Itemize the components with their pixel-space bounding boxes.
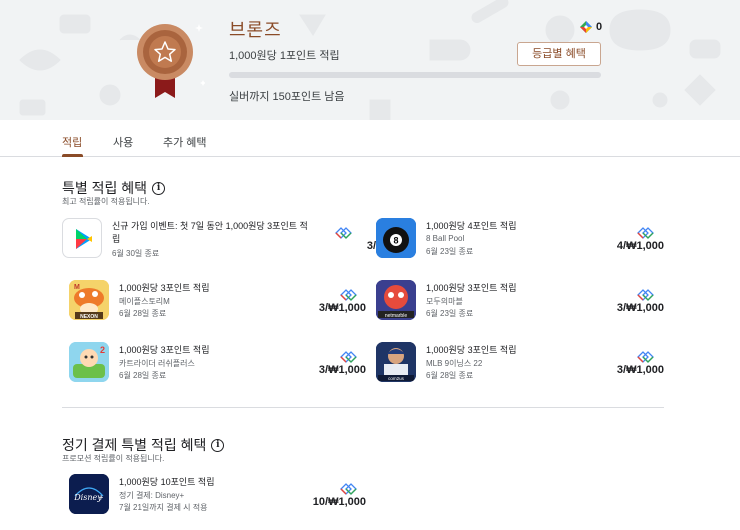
- play-points-icon: [580, 21, 592, 33]
- points-multiplier-icon: [637, 351, 654, 363]
- points-balance: 0: [580, 21, 602, 33]
- special-section-subtitle: 최고 적립률이 적용됩니다.: [62, 197, 150, 206]
- tier-header: 브론즈 1,000원당 1포인트 적립 실버까지 150포인트 남음 0 등급별…: [0, 0, 740, 120]
- tier-benefits-button[interactable]: 등급별 혜택: [517, 42, 601, 66]
- tab-use[interactable]: 사용: [113, 134, 133, 150]
- offer-end-date: 6월 23일 종료: [426, 247, 474, 256]
- offer-app-name: MLB 9이닝스 22: [426, 359, 483, 368]
- bronze-medal-icon: [137, 24, 205, 98]
- info-icon[interactable]: i: [152, 181, 166, 195]
- svg-text:netmarble: netmarble: [385, 313, 407, 319]
- tab-extra-benefits[interactable]: 추가 혜택: [163, 134, 207, 150]
- subscription-section-subtitle: 프로모션 적립률이 적용됩니다.: [62, 454, 165, 463]
- offer-rate: 3/₩1,000: [318, 302, 366, 314]
- offer-app-name: 메이플스토리M: [119, 297, 170, 306]
- tier-name: 브론즈: [229, 20, 282, 40]
- offer-app-name: 카트라이더 러쉬플러스: [119, 359, 195, 368]
- offer-end-date: 6월 28일 종료: [119, 309, 167, 318]
- subscription-section-title-text: 정기 결제 특별 적립 혜택: [62, 437, 207, 453]
- svg-text:2: 2: [100, 345, 105, 355]
- offer-rate: 4/₩1,000: [616, 240, 664, 252]
- offer-item[interactable]: netmarble 1,000원당 3포인트 적립 모두의마블 6월 23일 종…: [376, 280, 666, 325]
- offer-title: 1,000원당 3포인트 적립: [426, 283, 517, 293]
- offer-item[interactable]: 2 1,000원당 3포인트 적립 카트라이더 러쉬플러스 6월 28일 종료 …: [69, 342, 366, 387]
- offer-title: 1,000원당 10포인트 적립: [119, 477, 215, 487]
- google-play-icon: [62, 218, 102, 258]
- background-pattern: [19, 0, 721, 120]
- info-icon[interactable]: i: [211, 438, 225, 452]
- svg-text:com2us: com2us: [388, 376, 405, 381]
- offer-item[interactable]: com2us 1,000원당 3포인트 적립 MLB 9이닝스 22 6월 28…: [376, 342, 666, 387]
- points-multiplier-icon: [340, 483, 357, 495]
- 8-ball-pool-icon: 8: [376, 218, 416, 258]
- points-multiplier-icon: [637, 227, 654, 239]
- tab-bar: 적립 사용 추가 혜택: [0, 120, 740, 157]
- svg-text:8: 8: [393, 236, 398, 246]
- offer-title: 1,000원당 4포인트 적립: [426, 221, 517, 231]
- offer-end-date: 6월 28일 종료: [119, 371, 167, 380]
- svg-text:+: +: [99, 493, 104, 502]
- offer-app-name: 정기 결제: Disney+: [119, 491, 185, 500]
- offer-item[interactable]: 신규 가입 이벤트: 첫 7일 동안 1,000원당 3포인트 적립 6월 30…: [62, 218, 414, 263]
- tier-progress-bar: [229, 72, 601, 78]
- disney-plus-icon: Disney +: [69, 474, 109, 514]
- svg-text:M: M: [74, 284, 80, 291]
- offer-end-date: 6월 28일 종료: [426, 371, 474, 380]
- mlb-9innings-22-icon: com2us: [376, 342, 416, 382]
- special-section-title: 특별 적립 혜택 i: [62, 178, 166, 198]
- offer-rate: 3/₩1,000: [318, 364, 366, 376]
- special-section-title-text: 특별 적립 혜택: [62, 180, 148, 196]
- points-multiplier-icon: [340, 351, 357, 363]
- offer-item[interactable]: NEXON M 1,000원당 3포인트 적립 메이플스토리M 6월 28일 종…: [69, 280, 366, 325]
- offer-end-date: 6월 23일 종료: [426, 309, 474, 318]
- offer-rate: 3/₩1,000: [616, 364, 664, 376]
- tier-rate-description: 1,000원당 1포인트 적립: [229, 50, 340, 62]
- kartrider-rush-plus-icon: 2: [69, 342, 109, 382]
- offer-title: 1,000원당 3포인트 적립: [426, 345, 517, 355]
- subscription-section-title: 정기 결제 특별 적립 혜택 i: [62, 435, 225, 455]
- tier-remaining-text: 실버까지 150포인트 남음: [229, 91, 345, 103]
- section-divider: [62, 407, 664, 408]
- offer-item[interactable]: 8 1,000원당 4포인트 적립 8 Ball Pool 6월 23일 종료 …: [376, 218, 666, 263]
- maplestory-m-icon: NEXON M: [69, 280, 109, 320]
- offer-app-name: 8 Ball Pool: [426, 234, 465, 243]
- offer-item[interactable]: Disney + 1,000원당 10포인트 적립 정기 결제: Disney+…: [69, 474, 366, 519]
- svg-text:NEXON: NEXON: [80, 314, 98, 320]
- tab-active-indicator: [62, 154, 83, 157]
- points-multiplier-icon: [335, 227, 352, 239]
- offer-app-name: 모두의마블: [426, 297, 463, 306]
- offer-rate: 10/₩1,000: [312, 496, 366, 508]
- points-balance-value: 0: [596, 21, 603, 33]
- offer-title: 1,000원당 3포인트 적립: [119, 283, 210, 293]
- tab-earn[interactable]: 적립: [62, 134, 82, 150]
- offer-title: 신규 가입 이벤트: 첫 7일 동안 1,000원당 3포인트 적립: [112, 221, 308, 244]
- offer-end-date: 7월 21일까지 결제 시 적용: [119, 503, 208, 512]
- offer-title: 1,000원당 3포인트 적립: [119, 345, 210, 355]
- points-multiplier-icon: [637, 289, 654, 301]
- modoo-marble-icon: netmarble: [376, 280, 416, 320]
- points-multiplier-icon: [340, 289, 357, 301]
- offer-rate: 3/₩1,000: [616, 302, 664, 314]
- offer-end-date: 6월 30일 종료: [112, 249, 160, 258]
